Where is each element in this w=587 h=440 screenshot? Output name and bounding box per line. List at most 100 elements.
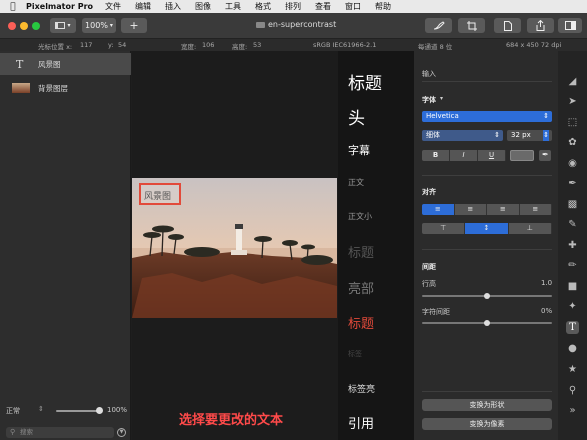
menu-insert[interactable]: 插入	[165, 1, 181, 12]
divider	[422, 249, 552, 250]
underline-button[interactable]: U	[478, 150, 506, 161]
layer-row-image[interactable]: 背景图层	[0, 77, 131, 99]
star-icon[interactable]: ★	[566, 363, 579, 376]
paint-brush-icon[interactable]: ✒	[566, 177, 579, 190]
bit-depth: 每通道 8 位	[418, 43, 453, 51]
menu-edit[interactable]: 编辑	[135, 1, 151, 12]
opacity-slider[interactable]	[56, 410, 100, 412]
font-size-field[interactable]: 32 px ⇕	[507, 130, 552, 141]
retouch-icon[interactable]: ✎	[566, 218, 579, 231]
close-window-button[interactable]	[8, 22, 16, 30]
align-middle-button[interactable]: ↕	[465, 223, 509, 234]
italic-button[interactable]: I	[450, 150, 478, 161]
menu-tools[interactable]: 工具	[225, 1, 241, 12]
menu-format[interactable]: 格式	[255, 1, 271, 12]
font-family-select[interactable]: Helvetica ⇕	[422, 111, 552, 122]
layer-row-text[interactable]: T 风景图	[0, 53, 131, 75]
convert-to-shape-button[interactable]: 变换为形状	[422, 399, 552, 411]
menu-window[interactable]: 窗口	[345, 1, 361, 12]
paint-bucket-icon[interactable]: ◢	[566, 75, 579, 88]
apple-logo-icon[interactable]: 	[0, 2, 26, 12]
add-button[interactable]: +	[121, 18, 147, 33]
zoom-select[interactable]: 100% ▾	[82, 18, 116, 33]
style-title-dim[interactable]: 标题	[348, 242, 374, 261]
inspector-toggle-button[interactable]	[558, 18, 582, 33]
filter-button[interactable]: ▼	[117, 428, 126, 437]
style-head[interactable]: 头	[348, 104, 365, 129]
more-tools-icon[interactable]: »	[566, 404, 579, 417]
shape-icon[interactable]: ■	[566, 280, 579, 293]
menu-arrange[interactable]: 排列	[285, 1, 301, 12]
zoom-tool-icon[interactable]: ⚲	[566, 384, 579, 397]
opacity-slider-knob[interactable]	[96, 407, 103, 414]
share-icon	[536, 20, 545, 31]
layer-name: 风景图	[38, 59, 61, 69]
zoom-window-button[interactable]	[32, 22, 40, 30]
arrange-pointer-icon[interactable]: ➤	[566, 95, 579, 108]
inspector-icon	[564, 21, 576, 30]
cursor-y-value: 54	[118, 41, 127, 49]
cursor-x-label: 光标位置 x:	[38, 43, 73, 51]
height-label: 高度:	[232, 43, 248, 51]
align-top-button[interactable]: ⊤	[422, 223, 466, 234]
align-justify-button[interactable]: ≡	[519, 204, 552, 215]
cursor-y-label: y:	[108, 41, 114, 49]
opacity-value: 100%	[107, 406, 128, 414]
align-bottom-button[interactable]: ⊥	[508, 223, 552, 234]
font-section-title: 字体	[422, 96, 436, 104]
style-highlight[interactable]: 亮部	[348, 278, 374, 297]
color-balls-icon[interactable]: ●	[566, 342, 579, 355]
align-center-button[interactable]: ≡	[454, 204, 487, 215]
format-brush-button[interactable]	[425, 18, 452, 33]
style-body-small[interactable]: 正文小	[348, 211, 372, 222]
eyedropper-button[interactable]: ✒	[539, 150, 551, 161]
document-icon	[256, 21, 265, 28]
canvas-image[interactable]: 风景图	[132, 178, 337, 318]
style-subtitle[interactable]: 字幕	[348, 142, 370, 158]
menu-file[interactable]: 文件	[105, 1, 121, 12]
style-quote[interactable]: 引用	[348, 413, 374, 432]
crop-button[interactable]	[458, 18, 485, 33]
share-button[interactable]	[527, 18, 554, 33]
pen-icon[interactable]: ✏	[566, 259, 579, 272]
convert-to-pixels-button[interactable]: 变换为像素	[422, 418, 552, 430]
text-layer-selection[interactable]: 风景图	[139, 183, 181, 205]
quick-selection-icon[interactable]: ✿	[566, 136, 579, 149]
font-weight-select[interactable]: 细体 ⇕	[422, 130, 503, 141]
effects-icon[interactable]: ✦	[566, 300, 579, 313]
bandage-icon[interactable]: ✚	[566, 239, 579, 252]
stamp-icon[interactable]: ▩	[566, 198, 579, 211]
menu-help[interactable]: 帮助	[375, 1, 391, 12]
color-adjust-icon[interactable]: ◉	[566, 157, 579, 170]
divider	[422, 391, 552, 392]
style-body[interactable]: 正文	[348, 177, 364, 188]
bold-button[interactable]: B	[422, 150, 450, 161]
menu-image[interactable]: 图像	[195, 1, 211, 12]
layers-sidebar: T 风景图 背景图层 正常 ⇕ 100% ⚲ 搜索 ▼	[0, 51, 131, 440]
layer-search-input[interactable]: ⚲ 搜索	[6, 427, 114, 438]
line-height-slider-knob[interactable]	[484, 293, 490, 299]
style-title-red[interactable]: 标题	[348, 313, 374, 332]
document-title-text: en-supercontrast	[268, 20, 337, 29]
blend-mode-select[interactable]: 正常	[6, 406, 20, 416]
new-document-button[interactable]	[494, 18, 521, 33]
line-height-slider[interactable]	[422, 293, 552, 299]
char-spacing-slider[interactable]	[422, 320, 552, 326]
text-color-well[interactable]	[510, 150, 534, 161]
style-label-bright[interactable]: 标签亮	[348, 382, 375, 395]
divider	[422, 175, 552, 176]
minimize-window-button[interactable]	[20, 22, 28, 30]
align-left-button[interactable]: ≡	[422, 204, 455, 215]
menu-view[interactable]: 查看	[315, 1, 331, 12]
style-label[interactable]: 标签	[348, 349, 362, 359]
text-tool-icon[interactable]: T	[566, 321, 579, 334]
chevron-down-icon: ▾	[109, 22, 113, 29]
sidebar-layout-icon	[55, 22, 66, 29]
selection-icon[interactable]: ⬚	[566, 116, 579, 129]
view-mode-button[interactable]: ▾	[50, 18, 76, 33]
align-right-button[interactable]: ≡	[487, 204, 520, 215]
text-layer-icon: T	[16, 57, 24, 71]
app-menu[interactable]: Pixelmator Pro	[26, 2, 93, 11]
style-title[interactable]: 标题	[348, 69, 382, 94]
char-spacing-slider-knob[interactable]	[484, 320, 490, 326]
